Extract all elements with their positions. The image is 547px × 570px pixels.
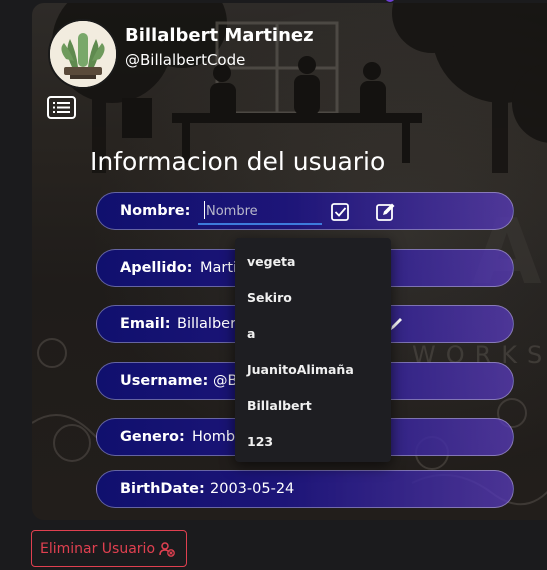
top-indicator	[385, 0, 395, 2]
field-label: Apellido:	[120, 260, 193, 276]
field-label: Genero:	[120, 429, 185, 445]
section-title: Informacion del usuario	[90, 147, 386, 176]
suggestion-item[interactable]: a	[247, 326, 255, 341]
field-value: @B	[213, 373, 238, 389]
avatar	[48, 19, 118, 89]
plant-avatar-icon	[50, 21, 116, 87]
delete-user-button[interactable]: Eliminar Usuario	[31, 530, 187, 567]
field-label: Email:	[120, 316, 171, 332]
suggestion-item[interactable]: 123	[247, 434, 273, 449]
field-label: Nombre:	[120, 203, 191, 219]
field-value: Homb	[192, 429, 236, 445]
list-icon	[53, 102, 70, 113]
field-value: Marti	[200, 260, 238, 276]
field-label: BirthDate:	[120, 481, 205, 497]
text-cursor	[204, 201, 205, 219]
field-value: 2003-05-24	[210, 481, 295, 497]
autocomplete-dropdown: vegeta Sekiro a JuanitoAlimaña Billalber…	[235, 238, 391, 462]
suggestion-item[interactable]: Sekiro	[247, 290, 292, 305]
nombre-input[interactable]	[198, 199, 322, 225]
suggestion-item[interactable]: JuanitoAlimaña	[247, 362, 354, 377]
user-name: Billalbert Martinez	[125, 25, 314, 46]
confirm-checkbox-icon[interactable]	[330, 201, 352, 223]
field-label: Username:	[120, 373, 209, 389]
field-nombre: Nombre:	[96, 192, 514, 230]
remove-user-icon	[159, 542, 175, 557]
menu-button[interactable]	[47, 96, 76, 119]
field-value: Billalbert	[177, 316, 242, 332]
suggestion-item[interactable]: vegeta	[247, 254, 295, 269]
field-birthdate: BirthDate: 2003-05-24	[96, 470, 514, 508]
suggestion-item[interactable]: Billalbert	[247, 398, 312, 413]
delete-user-label: Eliminar Usuario	[40, 541, 156, 557]
edit-icon[interactable]	[375, 201, 397, 223]
user-handle: @BillalbertCode	[125, 51, 246, 69]
